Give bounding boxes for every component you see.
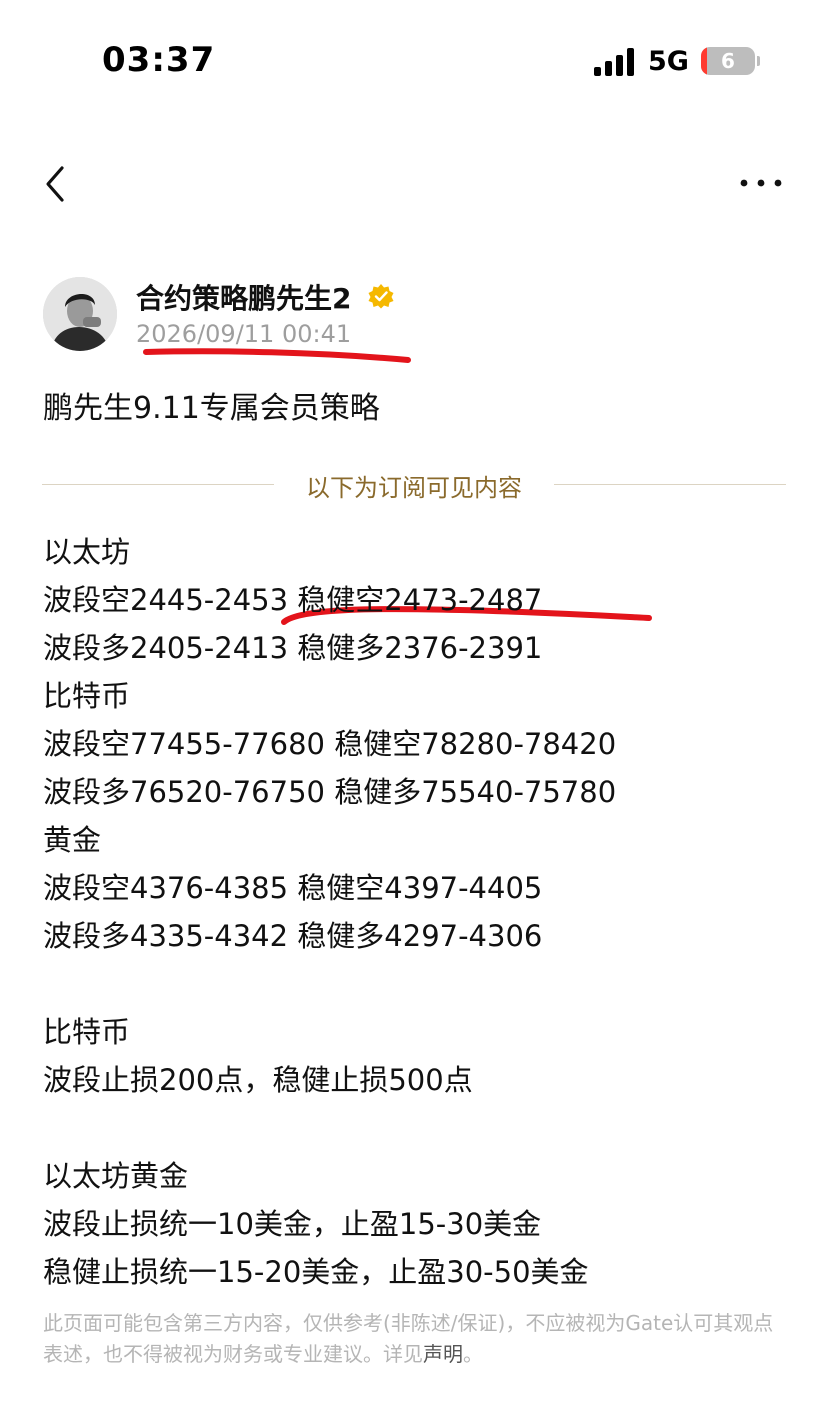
disclaimer-text: 此页面可能包含第三方内容，仅供参考(非陈述/保证)，不应被视为Gate认可其观点… <box>43 1311 774 1366</box>
author-name[interactable]: 合约策略鹏先生2 <box>136 277 351 317</box>
content-line: 波段空77455-77680 稳健空78280-78420 <box>43 727 617 761</box>
cellular-signal-icon <box>594 48 636 76</box>
content-line: 以太坊 <box>43 535 131 569</box>
content-line: 波段止损统一10美金，止盈15-30美金 <box>43 1207 542 1241</box>
network-type: 5G <box>648 46 689 77</box>
post-content: 以太坊 波段空2445-2453 稳健空2473-2487 波段多2405-24… <box>43 528 803 1296</box>
back-button[interactable] <box>40 164 76 204</box>
more-button[interactable] <box>736 168 786 198</box>
battery-level: 6 <box>721 49 735 73</box>
divider-line-left <box>42 484 274 485</box>
content-line: 波段多76520-76750 稳健多75540-75780 <box>43 775 617 809</box>
post-timestamp: 2026/09/11 00:41 <box>136 320 352 348</box>
content-line: 以太坊黄金 <box>43 1159 189 1193</box>
battery-icon: 6 <box>701 47 755 75</box>
disclaimer-link[interactable]: 声明 <box>423 1342 463 1366</box>
status-time: 03:37 <box>102 40 216 80</box>
timestamp-underline-stroke <box>143 348 411 363</box>
subscriber-content-divider-label: 以下为订阅可见内容 <box>306 474 522 502</box>
content-line: 波段空4376-4385 稳健空4397-4405 <box>43 871 543 905</box>
chevron-left-icon <box>46 166 64 202</box>
avatar-portrait-icon <box>43 277 117 351</box>
more-horizontal-icon <box>740 179 782 187</box>
status-bar: 03:37 5G 6 <box>0 0 828 120</box>
author-avatar[interactable] <box>43 277 117 351</box>
content-line: 波段多4335-4342 稳健多4297-4306 <box>43 919 543 953</box>
content-line: 波段多2405-2413 稳健多2376-2391 <box>43 631 543 665</box>
content-blank-line <box>43 960 803 1008</box>
content-blank-line <box>43 1104 803 1152</box>
content-line: 波段空2445-2453 稳健空2473-2487 <box>43 583 543 617</box>
post-title: 鹏先生9.11专属会员策略 <box>43 391 380 426</box>
content-line: 稳健止损统一15-20美金，止盈30-50美金 <box>43 1255 589 1289</box>
content-line: 比特币 <box>43 679 131 713</box>
content-line: 黄金 <box>43 823 102 857</box>
content-line: 比特币 <box>43 1015 131 1049</box>
battery-tip <box>757 56 760 66</box>
content-line: 波段止损200点，稳健止损500点 <box>43 1063 473 1097</box>
disclaimer-suffix: 。 <box>463 1342 483 1366</box>
disclaimer: 此页面可能包含第三方内容，仅供参考(非陈述/保证)，不应被视为Gate认可其观点… <box>43 1308 788 1370</box>
verified-badge-icon <box>368 283 394 309</box>
divider-line-right <box>554 484 786 485</box>
